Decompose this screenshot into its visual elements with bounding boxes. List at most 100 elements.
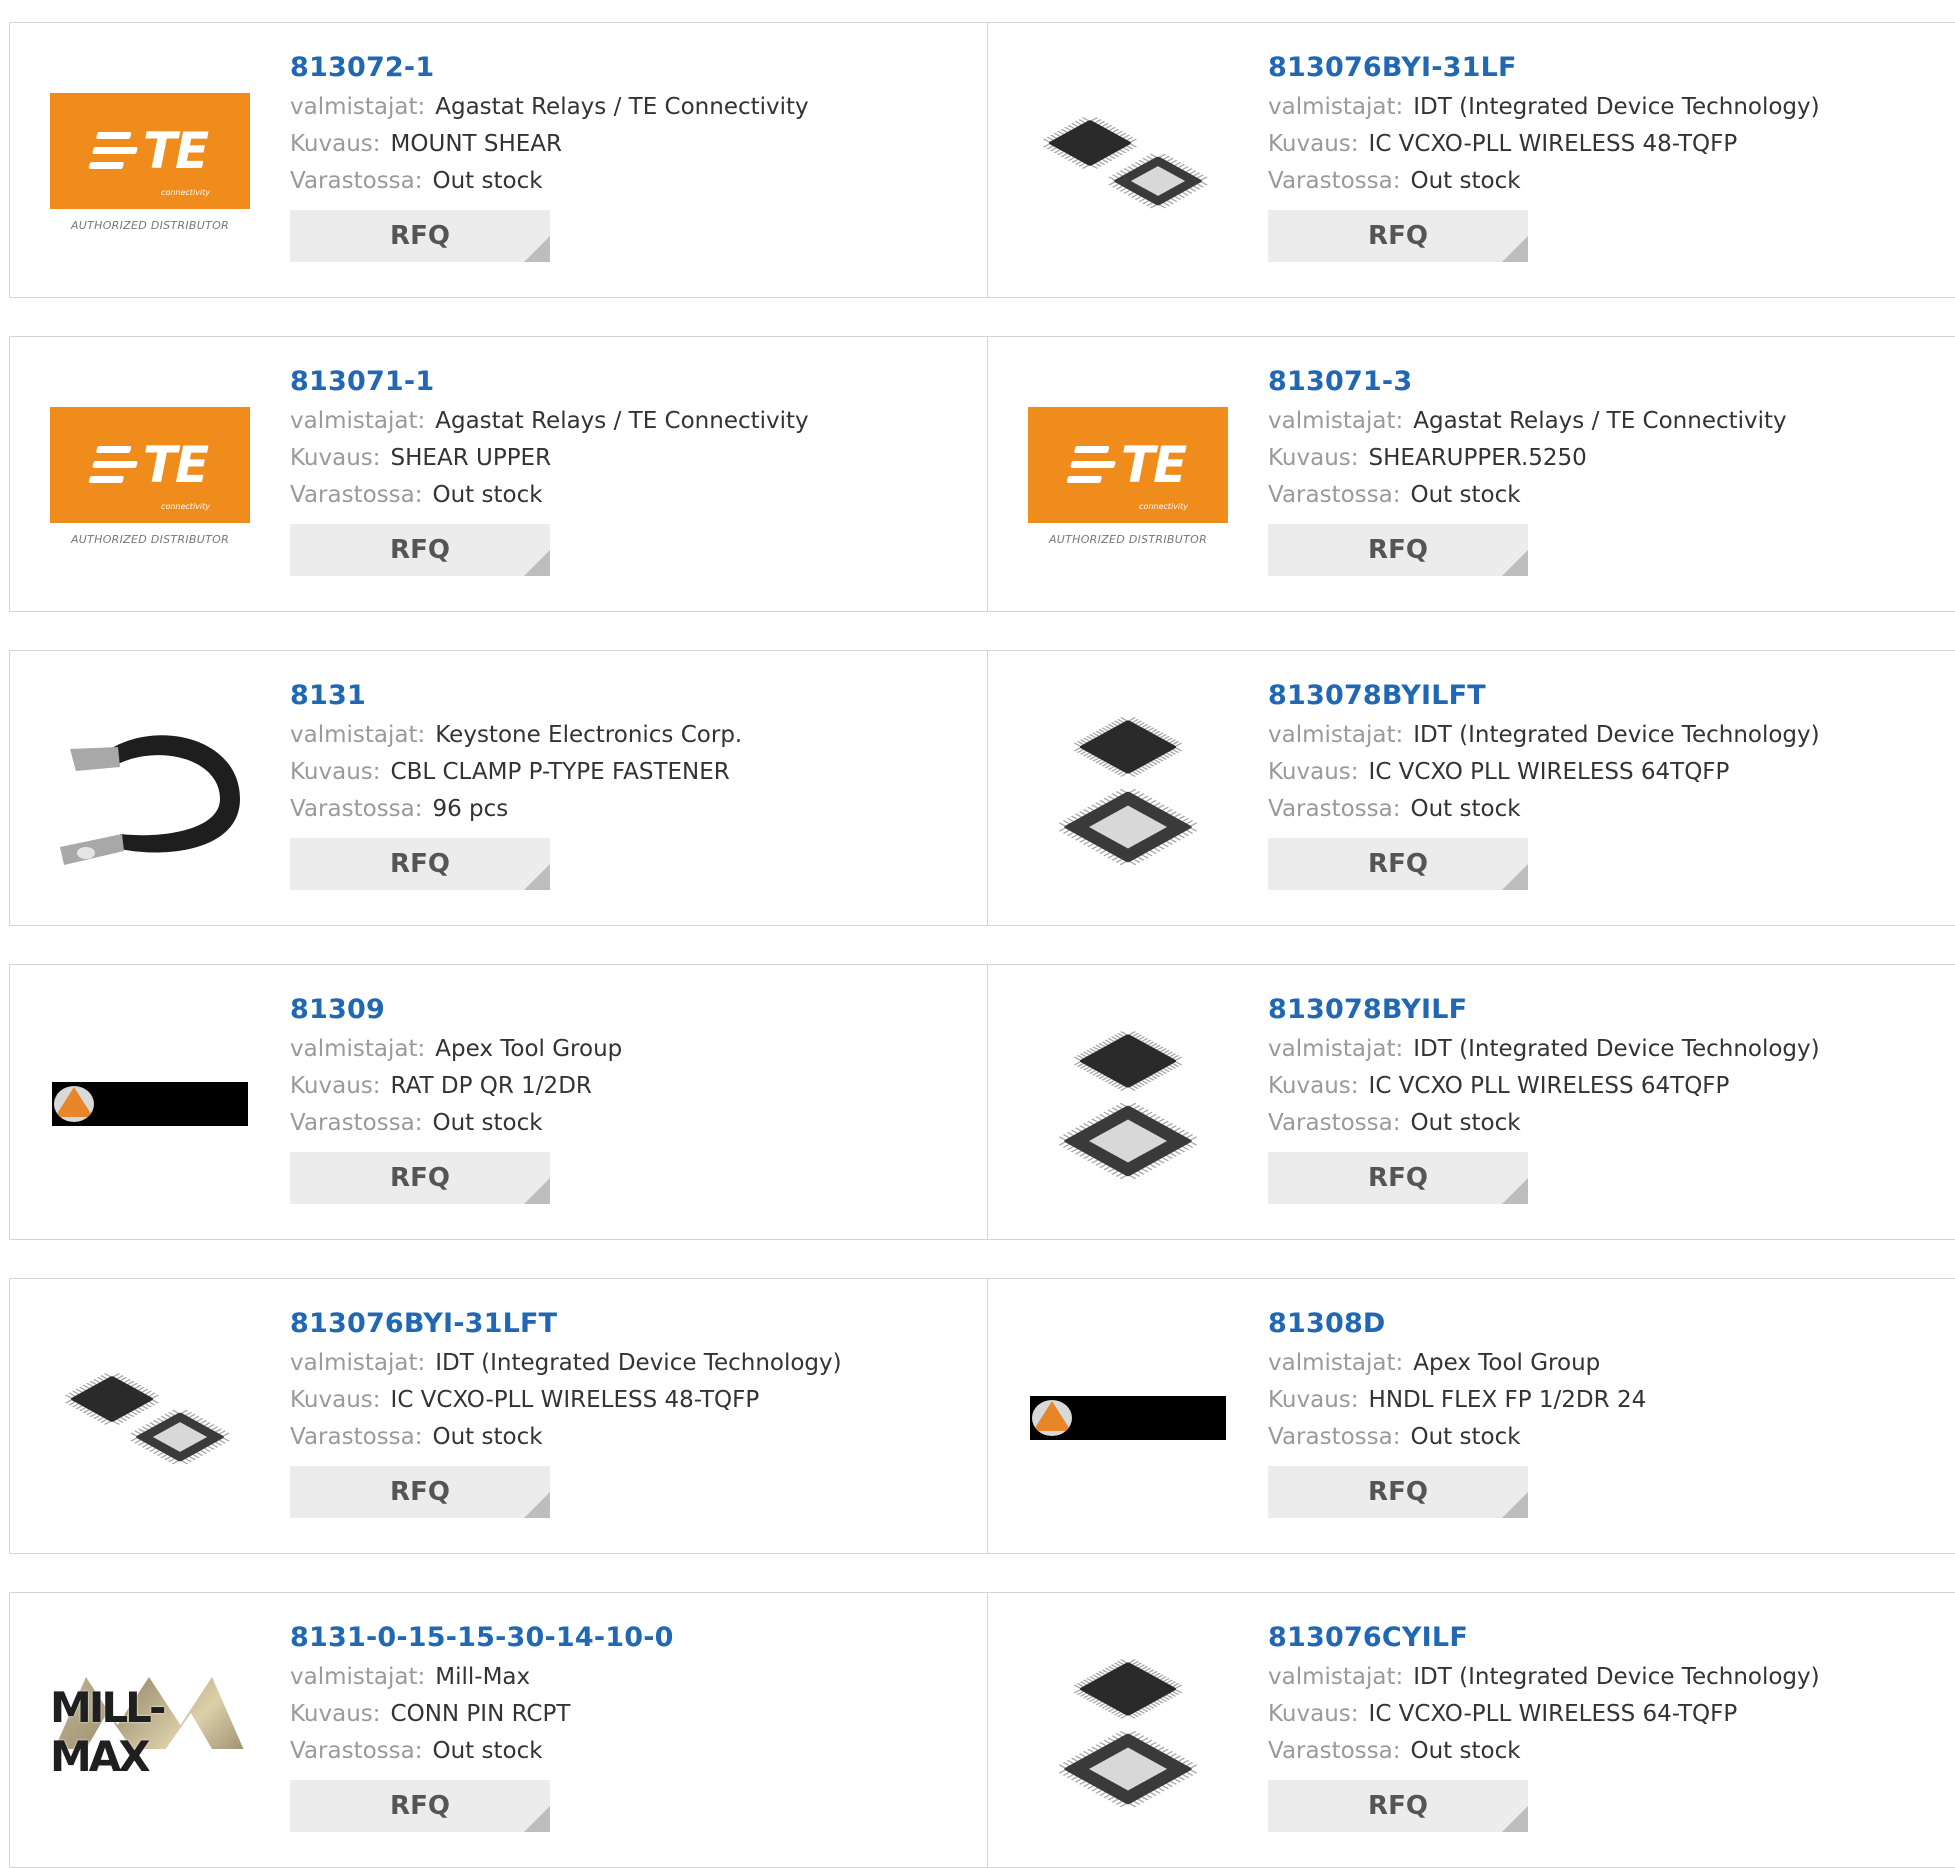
manufacturer-value: IDT (Integrated Device Technology) — [1413, 94, 1820, 120]
rfq-button[interactable]: RFQ — [290, 1152, 550, 1204]
rfq-label: RFQ — [1368, 849, 1428, 879]
description-label: Kuvaus: — [1268, 1387, 1359, 1413]
part-number-link[interactable]: 813078BYILF — [1268, 993, 1820, 1031]
product-thumbnail[interactable] — [50, 691, 250, 889]
stock-label: Varastossa: — [1268, 168, 1401, 194]
description-label: Kuvaus: — [1268, 131, 1359, 157]
manufacturer-value: IDT (Integrated Device Technology) — [1413, 1036, 1820, 1062]
product-thumbnail[interactable] — [1028, 1005, 1228, 1203]
description-label: Kuvaus: — [1268, 445, 1359, 471]
part-number-link[interactable]: 813071-1 — [290, 365, 809, 403]
product-thumbnail[interactable] — [1028, 691, 1228, 889]
product-thumbnail[interactable] — [50, 1319, 250, 1517]
corner-triangle-icon — [524, 550, 550, 576]
description-value: RAT DP QR 1/2DR — [390, 1073, 592, 1099]
product-card: 813078BYILFT valmistajat: IDT (Integrated … — [987, 650, 1955, 926]
part-number-link[interactable]: 8131-0-15-15-30-14-10-0 — [290, 1621, 674, 1659]
part-number-link[interactable]: 813076BYI-31LFT — [290, 1307, 842, 1345]
cable-clamp-image — [50, 691, 250, 889]
product-thumbnail[interactable]: TE connectivity AUTHORIZED DISTRIBUTOR — [1028, 377, 1228, 575]
corner-triangle-icon — [524, 1806, 550, 1832]
rfq-label: RFQ — [1368, 535, 1428, 565]
stock-label: Varastossa: — [290, 796, 423, 822]
description-label: Kuvaus: — [290, 445, 381, 471]
product-thumbnail[interactable]: MILL-MAX — [50, 1633, 250, 1831]
rfq-button[interactable]: RFQ — [1268, 1466, 1528, 1518]
rfq-label: RFQ — [390, 1791, 450, 1821]
part-number-link[interactable]: 81309 — [290, 993, 622, 1031]
product-thumbnail[interactable]: TE connectivity AUTHORIZED DISTRIBUTOR — [50, 377, 250, 575]
part-number-link[interactable]: 813071-3 — [1268, 365, 1787, 403]
rfq-button[interactable]: RFQ — [1268, 210, 1528, 262]
product-card: 813076BYI-31LF valmistajat: IDT (Integrate… — [987, 22, 1955, 298]
part-number-link[interactable]: 813076CYILF — [1268, 1621, 1820, 1659]
product-card: 81308D valmistajat: Apex Tool Group Kuvaus:… — [987, 1278, 1955, 1554]
manufacturer-value: Agastat Relays / TE Connectivity — [435, 94, 809, 120]
rfq-button[interactable]: RFQ — [290, 524, 550, 576]
te-connectivity-logo: TE connectivity AUTHORIZED DISTRIBUTOR — [50, 406, 250, 546]
product-card: TE connectivity AUTHORIZED DISTRIBUTOR 8130… — [9, 22, 989, 298]
product-thumbnail[interactable] — [1028, 1633, 1228, 1831]
part-number-link[interactable]: 813072-1 — [290, 51, 809, 89]
rfq-button[interactable]: RFQ — [290, 1466, 550, 1518]
description-value: IC VCXO-PLL WIRELESS 64-TQFP — [1368, 1701, 1738, 1727]
rfq-button[interactable]: RFQ — [290, 1780, 550, 1832]
ic-chip-image — [1028, 1005, 1228, 1203]
manufacturer-row: valmistajat: IDT (Integrated Device Techn… — [1268, 1659, 1820, 1696]
description-row: Kuvaus: RAT DP QR 1/2DR — [290, 1068, 622, 1105]
stock-row: Varastossa: 96 pcs — [290, 791, 742, 828]
rfq-button[interactable]: RFQ — [1268, 838, 1528, 890]
part-number-link[interactable]: 8131 — [290, 679, 742, 717]
description-value: IC VCXO PLL WIRELESS 64TQFP — [1368, 759, 1730, 785]
te-connectivity-logo: TE connectivity AUTHORIZED DISTRIBUTOR — [1028, 406, 1228, 546]
stock-value: Out stock — [432, 1738, 543, 1764]
rfq-button[interactable]: RFQ — [1268, 1152, 1528, 1204]
ic-chip-image — [50, 1319, 250, 1517]
product-card: 813076BYI-31LFT valmistajat: IDT (Integrat… — [9, 1278, 989, 1554]
stock-row: Varastossa: Out stock — [1268, 1105, 1820, 1142]
rfq-label: RFQ — [1368, 221, 1428, 251]
stock-value: Out stock — [1410, 482, 1521, 508]
manufacturer-label: valmistajat: — [290, 1664, 426, 1690]
product-card: 813076CYILF valmistajat: IDT (Integrated D… — [987, 1592, 1955, 1868]
description-label: Kuvaus: — [290, 759, 381, 785]
description-row: Kuvaus: IC VCXO-PLL WIRELESS 48-TQFP — [290, 1382, 842, 1419]
mill-max-logo: MILL-MAX — [50, 1677, 250, 1781]
rfq-button[interactable]: RFQ — [1268, 524, 1528, 576]
rfq-button[interactable]: RFQ — [1268, 1780, 1528, 1832]
corner-triangle-icon — [1502, 550, 1528, 576]
stock-value: Out stock — [1410, 796, 1521, 822]
rfq-button[interactable]: RFQ — [290, 838, 550, 890]
stock-row: Varastossa: Out stock — [290, 1733, 674, 1770]
manufacturer-value: IDT (Integrated Device Technology) — [1413, 722, 1820, 748]
description-value: MOUNT SHEAR — [390, 131, 563, 157]
stock-label: Varastossa: — [1268, 1738, 1401, 1764]
stock-label: Varastossa: — [1268, 1424, 1401, 1450]
rfq-button[interactable]: RFQ — [290, 210, 550, 262]
stock-row: Varastossa: Out stock — [1268, 477, 1787, 514]
part-number-link[interactable]: 81308D — [1268, 1307, 1646, 1345]
description-value: HNDL FLEX FP 1/2DR 24 — [1368, 1387, 1647, 1413]
product-card: 8131 valmistajat: Keystone Electronics Cor… — [9, 650, 989, 926]
product-grid: TE connectivity AUTHORIZED DISTRIBUTOR 8130… — [0, 0, 1955, 1868]
manufacturer-label: valmistajat: — [290, 1036, 426, 1062]
description-label: Kuvaus: — [1268, 1073, 1359, 1099]
product-thumbnail[interactable] — [1028, 63, 1228, 261]
description-row: Kuvaus: MOUNT SHEAR — [290, 126, 809, 163]
product-card: TE connectivity AUTHORIZED DISTRIBUTOR 8130… — [9, 336, 989, 612]
manufacturer-label: valmistajat: — [1268, 94, 1404, 120]
product-thumbnail[interactable]: TE connectivity AUTHORIZED DISTRIBUTOR — [50, 63, 250, 261]
part-number-link[interactable]: 813076BYI-31LF — [1268, 51, 1820, 89]
product-thumbnail[interactable] — [50, 1005, 250, 1203]
product-thumbnail[interactable] — [1028, 1319, 1228, 1517]
description-label: Kuvaus: — [1268, 1701, 1359, 1727]
manufacturer-label: valmistajat: — [1268, 1036, 1404, 1062]
part-number-link[interactable]: 813078BYILFT — [1268, 679, 1820, 717]
description-row: Kuvaus: IC VCXO PLL WIRELESS 64TQFP — [1268, 754, 1820, 791]
manufacturer-value: Keystone Electronics Corp. — [435, 722, 743, 748]
stock-row: Varastossa: Out stock — [290, 1419, 842, 1456]
manufacturer-value: Agastat Relays / TE Connectivity — [435, 408, 809, 434]
manufacturer-row: valmistajat: Keystone Electronics Corp. — [290, 717, 742, 754]
description-row: Kuvaus: SHEARUPPER.5250 — [1268, 440, 1787, 477]
description-row: Kuvaus: CBL CLAMP P-TYPE FASTENER — [290, 754, 742, 791]
